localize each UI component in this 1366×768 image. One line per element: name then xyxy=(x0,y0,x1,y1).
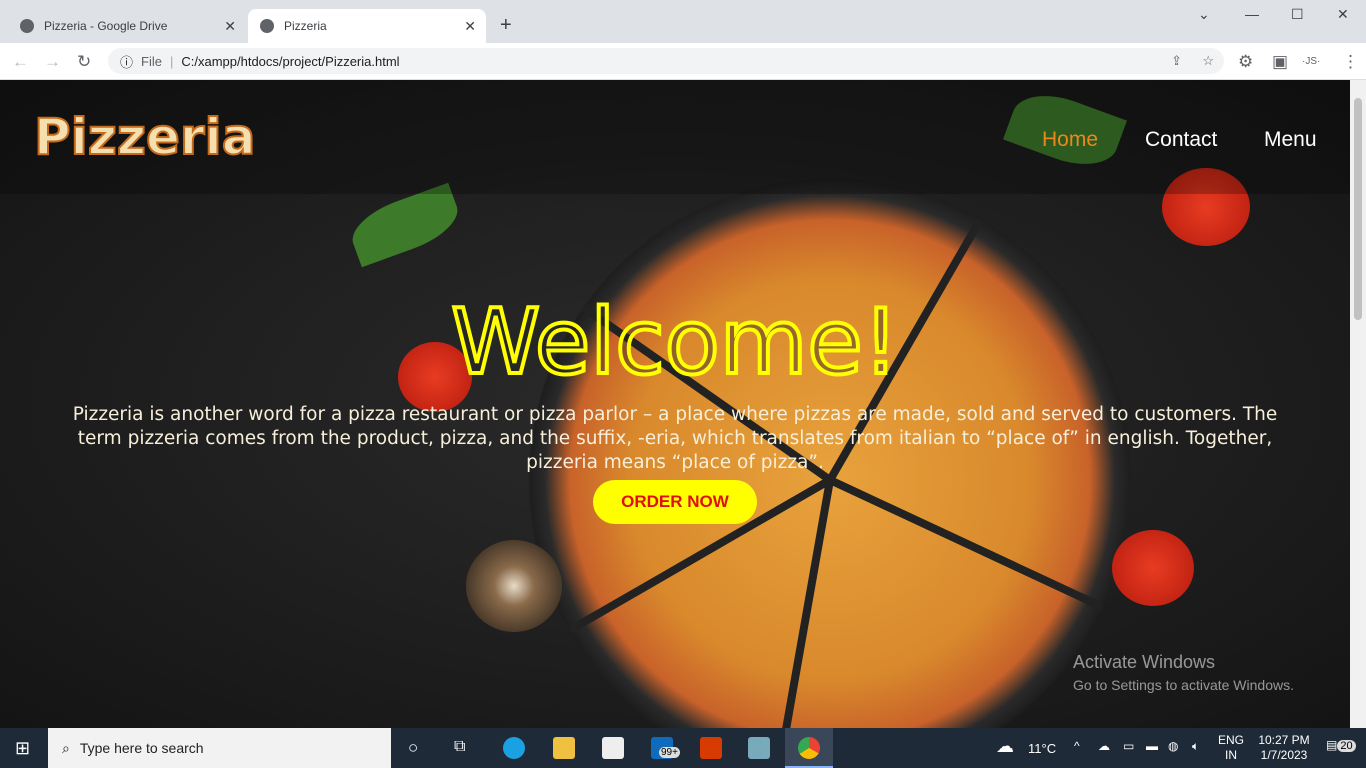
vertical-scrollbar[interactable] xyxy=(1350,80,1366,728)
search-placeholder: Type here to search xyxy=(79,740,204,756)
time: 10:27 PM xyxy=(1258,733,1310,747)
reload-icon[interactable]: ↻ xyxy=(77,52,91,72)
chrome-icon xyxy=(798,737,820,759)
side-panel-icon[interactable]: ▣ xyxy=(1272,52,1288,72)
new-tab-button[interactable]: + xyxy=(500,14,512,37)
back-icon[interactable]: ← xyxy=(12,52,29,72)
nav-home[interactable]: Home xyxy=(1042,128,1098,152)
tab-pizzeria[interactable]: Pizzeria ✕ xyxy=(248,9,486,43)
pizza-slice-cut xyxy=(773,479,834,728)
task-view-icon[interactable]: ⧉ xyxy=(454,738,465,756)
mail-icon[interactable]: 99+ xyxy=(651,737,680,759)
close-tab-icon[interactable]: ✕ xyxy=(464,18,476,35)
tab-bar: Pizzeria - Google Drive ✕ Pizzeria ✕ + ⌄ —… xyxy=(0,0,1366,43)
tab-title: Pizzeria xyxy=(284,19,327,33)
notifications-icon[interactable]: ▤ 20 xyxy=(1326,738,1356,752)
site-logo[interactable]: Pizzeria xyxy=(33,107,256,167)
forward-icon[interactable]: → xyxy=(44,52,61,72)
globe-icon xyxy=(260,19,274,33)
region: IN xyxy=(1225,748,1237,762)
tomato-image xyxy=(1112,530,1194,606)
extensions-icon[interactable]: ⚙ xyxy=(1238,52,1253,72)
site-navbar: Pizzeria Home Contact Menu xyxy=(0,80,1350,194)
scrollbar-thumb[interactable] xyxy=(1354,98,1362,320)
windows-taskbar: ⊞ ⌕ Type here to search ○ ⧉ 99+ ☁ 11°C ^ … xyxy=(0,728,1366,768)
pizza-slice-cut xyxy=(828,476,1104,611)
tab-title: Pizzeria - Google Drive xyxy=(44,19,168,33)
language-indicator[interactable]: ENG IN xyxy=(1218,733,1244,763)
basil-leaf-image xyxy=(344,182,466,268)
url-text: C:/xampp/htdocs/project/Pizzeria.html xyxy=(181,53,400,69)
battery-icon[interactable]: ▬ xyxy=(1146,739,1158,753)
share-icon[interactable]: ⇪ xyxy=(1171,53,1182,69)
weather-cloud-icon[interactable]: ☁ xyxy=(996,736,1014,757)
network-icon[interactable]: ◍ xyxy=(1168,739,1178,753)
volume-icon[interactable]: 🔈︎ xyxy=(1192,739,1199,754)
store-icon[interactable] xyxy=(602,737,624,759)
minimize-button[interactable]: — xyxy=(1245,6,1259,22)
activate-windows-watermark: Activate Windows Go to Settings to activ… xyxy=(1073,652,1294,693)
hero-section: Pizzeria Home Contact Menu Welcome! Pizz… xyxy=(0,80,1350,728)
clock[interactable]: 10:27 PM 1/7/2023 xyxy=(1256,733,1312,763)
onedrive-icon[interactable]: ☁ xyxy=(1098,739,1110,753)
globe-icon xyxy=(20,19,34,33)
watermark-title: Activate Windows xyxy=(1073,652,1216,672)
file-explorer-icon[interactable] xyxy=(553,737,575,759)
order-now-button[interactable]: ORDER NOW xyxy=(593,480,757,524)
address-bar-row: ← → ↻ ⓘ File | C:/xampp/htdocs/project/P… xyxy=(0,43,1366,80)
omnibox[interactable]: ⓘ File | C:/xampp/htdocs/project/Pizzeri… xyxy=(108,48,1224,74)
date: 1/7/2023 xyxy=(1260,748,1308,762)
profile-avatar[interactable]: ·JS· xyxy=(1302,56,1320,67)
cortana-icon[interactable]: ○ xyxy=(408,738,418,758)
chevron-up-icon[interactable]: ^ xyxy=(1074,739,1080,753)
info-icon: ⓘ xyxy=(120,54,134,70)
nav-contact[interactable]: Contact xyxy=(1145,128,1217,152)
search-icon: ⌕ xyxy=(62,739,70,756)
windows-start-icon[interactable]: ⊞ xyxy=(15,738,30,759)
bookmark-star-icon[interactable]: ☆ xyxy=(1202,53,1214,69)
edge-icon[interactable] xyxy=(503,737,525,759)
maximize-button[interactable]: ☐ xyxy=(1291,6,1304,23)
hero-description: Pizzeria is another word for a pizza res… xyxy=(72,404,1278,473)
welcome-heading: Welcome! xyxy=(449,288,901,397)
app-icon[interactable] xyxy=(748,737,770,759)
url-scheme: File xyxy=(141,53,162,69)
notification-count: 20 xyxy=(1337,740,1356,752)
menu-kebab-icon[interactable]: ⋮ xyxy=(1342,52,1359,72)
close-window-button[interactable]: ✕ xyxy=(1337,6,1349,23)
tab-search-icon[interactable]: ⌄ xyxy=(1198,6,1210,23)
tab-google-drive[interactable]: Pizzeria - Google Drive ✕ xyxy=(8,9,246,43)
taskbar-search[interactable]: ⌕ Type here to search xyxy=(48,728,391,768)
nav-menu[interactable]: Menu xyxy=(1264,128,1317,152)
close-tab-icon[interactable]: ✕ xyxy=(224,18,236,35)
divider: | xyxy=(169,53,174,69)
meet-icon[interactable]: ▭ xyxy=(1123,739,1134,753)
office-icon[interactable] xyxy=(700,737,722,759)
lang: ENG xyxy=(1218,733,1245,747)
weather-temp[interactable]: 11°C xyxy=(1028,741,1056,756)
mail-badge: 99+ xyxy=(659,747,680,758)
mushroom-image xyxy=(466,540,562,632)
chrome-taskbar-button[interactable] xyxy=(785,728,833,768)
watermark-subtitle: Go to Settings to activate Windows. xyxy=(1073,677,1294,693)
